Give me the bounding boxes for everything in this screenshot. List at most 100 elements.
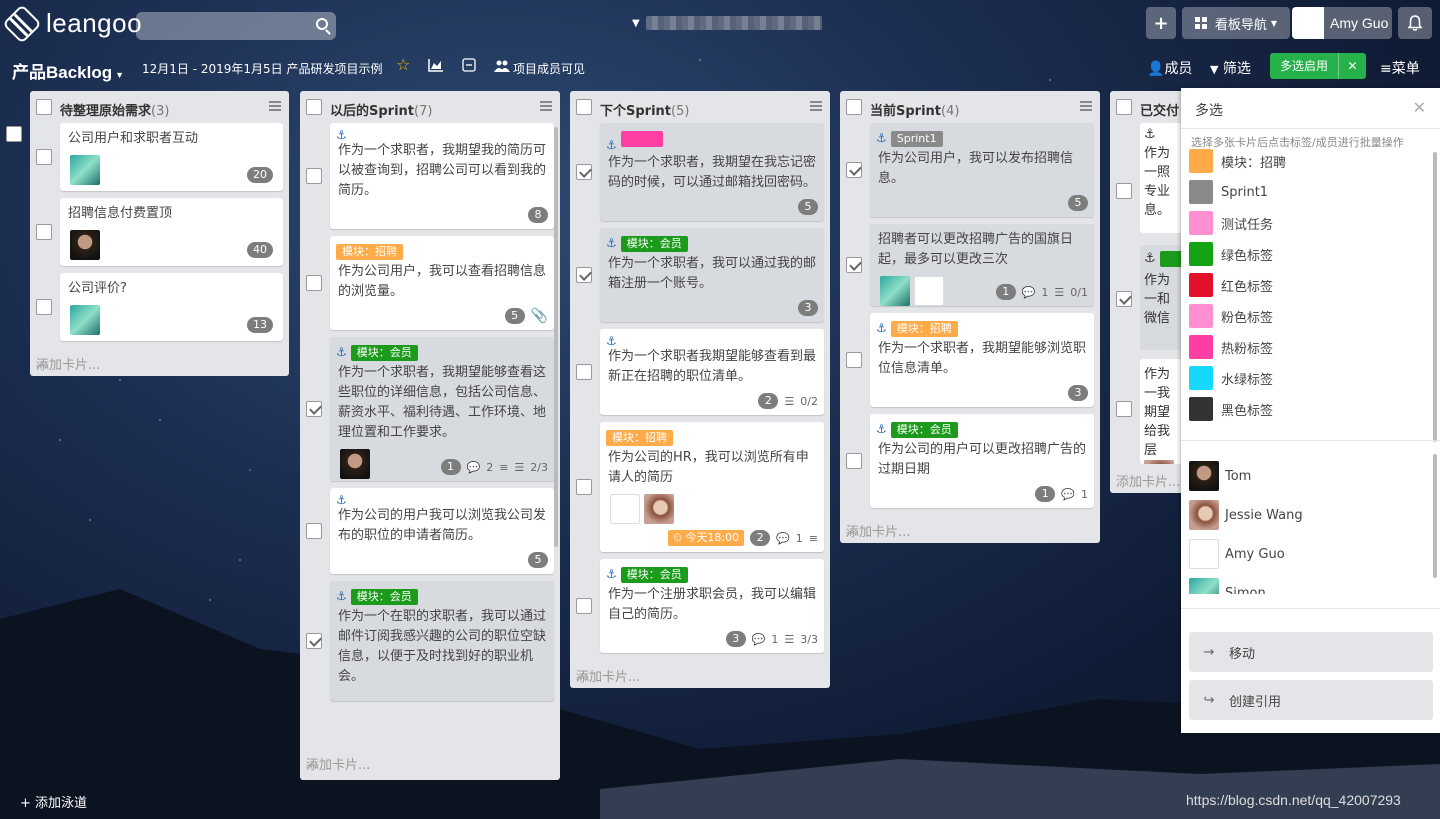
- list-menu-icon[interactable]: [540, 101, 552, 111]
- card-checkbox[interactable]: [846, 352, 862, 368]
- card[interactable]: ⚓ 作为公司的用户我可以浏览我公司发布的职位的申请者简历。 5: [330, 488, 554, 574]
- members-button[interactable]: 👤成员: [1147, 58, 1192, 78]
- notification-button[interactable]: [1398, 7, 1432, 39]
- card[interactable]: ⚓ 模块：会员 作为一个在职的求职者，我可以通过邮件订阅我感兴趣的公司的职位空缺信…: [330, 581, 554, 701]
- card[interactable]: ⚓ Sprint1 作为公司用户，我可以发布招聘信息。 5: [870, 123, 1094, 217]
- card-checkbox[interactable]: [306, 523, 322, 539]
- add-card-button[interactable]: 添加卡片... ︽: [570, 660, 830, 688]
- add-card-button[interactable]: 添加卡片... ︽: [840, 515, 1100, 543]
- create-reference-button[interactable]: ↪ 创建引用: [1189, 680, 1433, 720]
- list-scrollbar[interactable]: [554, 127, 558, 547]
- list-title[interactable]: 待整理原始需求(3): [60, 100, 169, 119]
- add-card-button[interactable]: 添加卡片... ︽: [30, 348, 289, 376]
- card-checkbox[interactable]: [576, 479, 592, 495]
- card[interactable]: 公司评价? 13: [60, 273, 283, 341]
- add-card-label[interactable]: 添加卡片...: [1116, 471, 1180, 490]
- card[interactable]: ⚓ 模块：会员 作为公司的用户可以更改招聘广告的过期日期 1 💬 1: [870, 414, 1094, 508]
- card-checkbox[interactable]: [306, 401, 322, 417]
- card-checkbox[interactable]: [846, 162, 862, 178]
- search-icon[interactable]: [316, 18, 328, 30]
- card[interactable]: ⚓ 模块：会员 作为一个求职者，我可以通过我的邮箱注册一个账号。 3: [600, 228, 824, 322]
- search-input[interactable]: [136, 12, 336, 40]
- card-checkbox[interactable]: [576, 598, 592, 614]
- tag-item[interactable]: 热粉标签: [1189, 335, 1273, 359]
- list-title[interactable]: 已交付: [1140, 100, 1179, 119]
- card[interactable]: ⚓ 作为一个求职者，我期望在我忘记密码的时候，可以通过邮箱找回密码。 5: [600, 123, 824, 221]
- star-icon[interactable]: ☆: [396, 55, 410, 74]
- list-checkbox[interactable]: [36, 99, 52, 115]
- card-checkbox[interactable]: [36, 224, 52, 240]
- collapse-up-icon[interactable]: ︽: [846, 521, 1090, 538]
- card-checkbox[interactable]: [1116, 401, 1132, 417]
- card[interactable]: ⚓ 作为一和微信: [1140, 245, 1182, 350]
- add-lane-button[interactable]: + 添加泳道: [20, 792, 87, 811]
- member-item-jessie[interactable]: Jessie Wang: [1189, 500, 1303, 530]
- card-checkbox[interactable]: [306, 275, 322, 291]
- close-icon[interactable]: ✕: [1339, 59, 1366, 73]
- logo[interactable]: leangoo: [2, 3, 142, 44]
- filter-button[interactable]: ▼ 筛选: [1210, 58, 1251, 78]
- card[interactable]: ⚓ 作为一照专业息。: [1140, 123, 1182, 233]
- card[interactable]: ⚓ 模块：会员 作为一个求职者，我期望能够查看这些职位的详细信息，包括公司信息、薪…: [330, 337, 554, 481]
- board-title[interactable]: 产品Backlog ▼: [12, 58, 124, 83]
- card-checkbox[interactable]: [306, 633, 322, 649]
- add-button[interactable]: +: [1146, 7, 1176, 39]
- card[interactable]: ⚓ 模块：会员 作为一个注册求职会员，我可以编辑自己的简历。 3 💬 1 ☰ 3/3: [600, 559, 824, 653]
- card-checkbox[interactable]: [576, 364, 592, 380]
- card-checkbox[interactable]: [1116, 291, 1132, 307]
- tag-scrollbar[interactable]: [1433, 152, 1437, 442]
- list-title[interactable]: 当前Sprint(4): [870, 100, 959, 119]
- board-switcher[interactable]: ▼: [632, 16, 822, 30]
- card[interactable]: 招聘信息付费置顶 40: [60, 198, 283, 266]
- card[interactable]: 招聘者可以更改招聘广告的国旗日起，最多可以更改三次 1 💬 1 ☰ 0/1: [870, 224, 1094, 306]
- tag-item[interactable]: 红色标签: [1189, 273, 1273, 297]
- multi-select-toggle[interactable]: 多选启用 ✕: [1270, 53, 1366, 79]
- card-checkbox[interactable]: [36, 149, 52, 165]
- card-checkbox[interactable]: [36, 299, 52, 315]
- list-menu-icon[interactable]: [1080, 101, 1092, 111]
- member-item-tom[interactable]: Tom: [1189, 461, 1251, 491]
- card-checkbox[interactable]: [846, 257, 862, 273]
- card[interactable]: 模块：招聘 作为公司的HR，我可以浏览所有申请人的简历 ⏲ 今天18:00 2 💬 1…: [600, 422, 824, 552]
- add-card-button[interactable]: 添加卡片... ︽: [300, 748, 560, 776]
- list-checkbox[interactable]: [846, 99, 862, 115]
- card[interactable]: ⚓ 作为一个求职者，我期望我的简历可以被查询到，招聘公司可以看到我的简历。 8: [330, 123, 554, 229]
- card-checkbox[interactable]: [846, 453, 862, 469]
- tag-item[interactable]: Sprint1: [1189, 180, 1268, 204]
- member-item-simon[interactable]: Simon: [1189, 578, 1266, 594]
- list-checkbox[interactable]: [306, 99, 322, 115]
- tag-item[interactable]: 绿色标签: [1189, 242, 1273, 266]
- card[interactable]: ⚓ 模块：招聘 作为一个求职者，我期望能够浏览职位信息清单。 3: [870, 313, 1094, 407]
- tag-item[interactable]: 测试任务: [1189, 211, 1273, 235]
- lane-checkbox[interactable]: [6, 126, 22, 142]
- tag-item[interactable]: 粉色标签: [1189, 304, 1273, 328]
- card[interactable]: 公司用户和求职者互动 20: [60, 123, 283, 191]
- tag-item[interactable]: 模块：招聘: [1189, 149, 1286, 173]
- tag-item[interactable]: 水绿标签: [1189, 366, 1273, 390]
- collapse-up-icon[interactable]: ︽: [306, 754, 550, 771]
- card-checkbox[interactable]: [306, 168, 322, 184]
- list-menu-icon[interactable]: [810, 101, 822, 111]
- collapse-up-icon[interactable]: ︽: [576, 666, 820, 683]
- list-title[interactable]: 以后的Sprint(7): [330, 100, 432, 119]
- card[interactable]: ⚓ 作为一个求职者我期望能够查看到最新正在招聘的职位清单。 2 ☰ 0/2: [600, 329, 824, 415]
- card-checkbox[interactable]: [576, 267, 592, 283]
- card[interactable]: 模块：招聘 作为公司用户，我可以查看招聘信息的浏览量。 5 📎: [330, 236, 554, 330]
- board-nav-button[interactable]: 看板导航 ▼: [1182, 7, 1290, 39]
- move-button[interactable]: → 移动: [1189, 632, 1433, 672]
- card[interactable]: 作为一我期望给我层: [1140, 359, 1182, 464]
- project-name[interactable]: 产品研发项目示例: [287, 62, 383, 76]
- list-checkbox[interactable]: [1116, 99, 1132, 115]
- member-scrollbar[interactable]: [1433, 454, 1437, 578]
- collapse-up-icon[interactable]: ︽: [36, 354, 279, 371]
- user-menu[interactable]: Amy Guo: [1292, 7, 1392, 39]
- list-title[interactable]: 下个Sprint(5): [600, 100, 689, 119]
- card-checkbox[interactable]: [1116, 183, 1132, 199]
- menu-button[interactable]: ≡菜单: [1380, 58, 1420, 78]
- visibility-label[interactable]: 项目成员可见: [513, 60, 585, 77]
- tag-item[interactable]: 黑色标签: [1189, 397, 1273, 421]
- card-checkbox[interactable]: [576, 164, 592, 180]
- member-item-amy[interactable]: Amy Guo: [1189, 539, 1285, 569]
- list-checkbox[interactable]: [576, 99, 592, 115]
- chart-icon[interactable]: [428, 58, 444, 76]
